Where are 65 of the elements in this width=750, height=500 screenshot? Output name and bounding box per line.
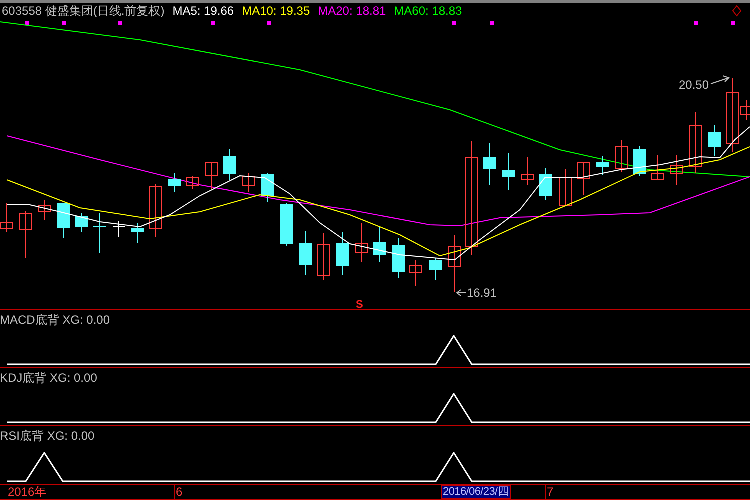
candlestick: [206, 161, 218, 190]
indicator-panel-title: MACD底背 XG: 0.00: [0, 312, 110, 329]
candlestick: [578, 161, 590, 196]
moving-average-value: MA20: 18.81: [318, 4, 386, 18]
candlestick: [0, 202, 14, 232]
moving-average-value: MA60: 18.83: [394, 4, 462, 18]
indicator-panel-title: KDJ底背 XG: 0.00: [0, 370, 98, 387]
signal-marker-icon: [25, 20, 29, 25]
candlestick: [132, 222, 144, 244]
candlestick: [540, 167, 552, 200]
candlestick: [58, 202, 70, 238]
candlestick: [336, 231, 350, 276]
candlestick: [374, 226, 386, 262]
signal-marker-icon: [211, 20, 215, 25]
candlestick: [560, 168, 572, 206]
candlestick: [634, 145, 646, 176]
candlestick: [168, 172, 182, 192]
time-axis-label: 6: [176, 486, 183, 498]
candlestick: [356, 222, 368, 262]
candlestick: [280, 202, 294, 246]
candlestick: [690, 111, 702, 174]
signal-marker-icon: [731, 20, 735, 25]
candlestick: [708, 124, 722, 156]
signal-marker-icon: [62, 20, 66, 25]
candlestick: [76, 212, 88, 232]
moving-average-value: MA5: 19.66: [172, 4, 234, 18]
candlestick: [150, 183, 162, 238]
time-axis-label: 2016/06/23/四: [441, 485, 511, 500]
candlestick: [38, 199, 52, 220]
candlestick: [20, 210, 32, 258]
candlestick: [300, 230, 312, 276]
signal-marker-icon: [267, 20, 271, 25]
signal-marker-icon: [118, 20, 122, 25]
candlestick: [112, 220, 126, 238]
candlestick: [484, 142, 496, 186]
arrow-icon: [710, 75, 730, 84]
candlestick: [242, 172, 256, 192]
candlestick: [652, 154, 664, 180]
high-price-label: 20.50: [679, 78, 710, 92]
candlestick: [596, 155, 610, 176]
signal-marker-icon: [694, 20, 698, 25]
low-price-label: 16.91: [467, 286, 498, 300]
moving-average-value: MA10: 19.35: [242, 4, 310, 18]
candlestick: [318, 232, 330, 280]
stock-title: 603558 健盛集团(日线.前复权): [2, 2, 165, 20]
arrow-icon: [456, 289, 466, 296]
signal-marker-icon: [490, 20, 494, 25]
candlestick: [502, 152, 516, 190]
indicator-panel-title: RSI底背 XG: 0.00: [0, 428, 95, 446]
candlestick: [410, 259, 422, 286]
candlestick: [94, 212, 106, 254]
time-axis-label: 7: [547, 486, 554, 498]
candlestick: [670, 154, 684, 186]
sell-signal-mark: S: [356, 298, 364, 309]
signal-marker-icon: [452, 20, 456, 25]
candlestick: [392, 237, 406, 278]
candlestick: [430, 257, 442, 280]
candlestick: [224, 148, 236, 180]
time-axis-label: 2016年: [8, 486, 47, 498]
candlestick: [522, 156, 534, 186]
candlestick: [186, 175, 200, 190]
candlestick: [262, 172, 274, 202]
candlestick: [616, 139, 628, 172]
diamond-icon[interactable]: [732, 4, 742, 17]
candlestick: [448, 234, 462, 292]
